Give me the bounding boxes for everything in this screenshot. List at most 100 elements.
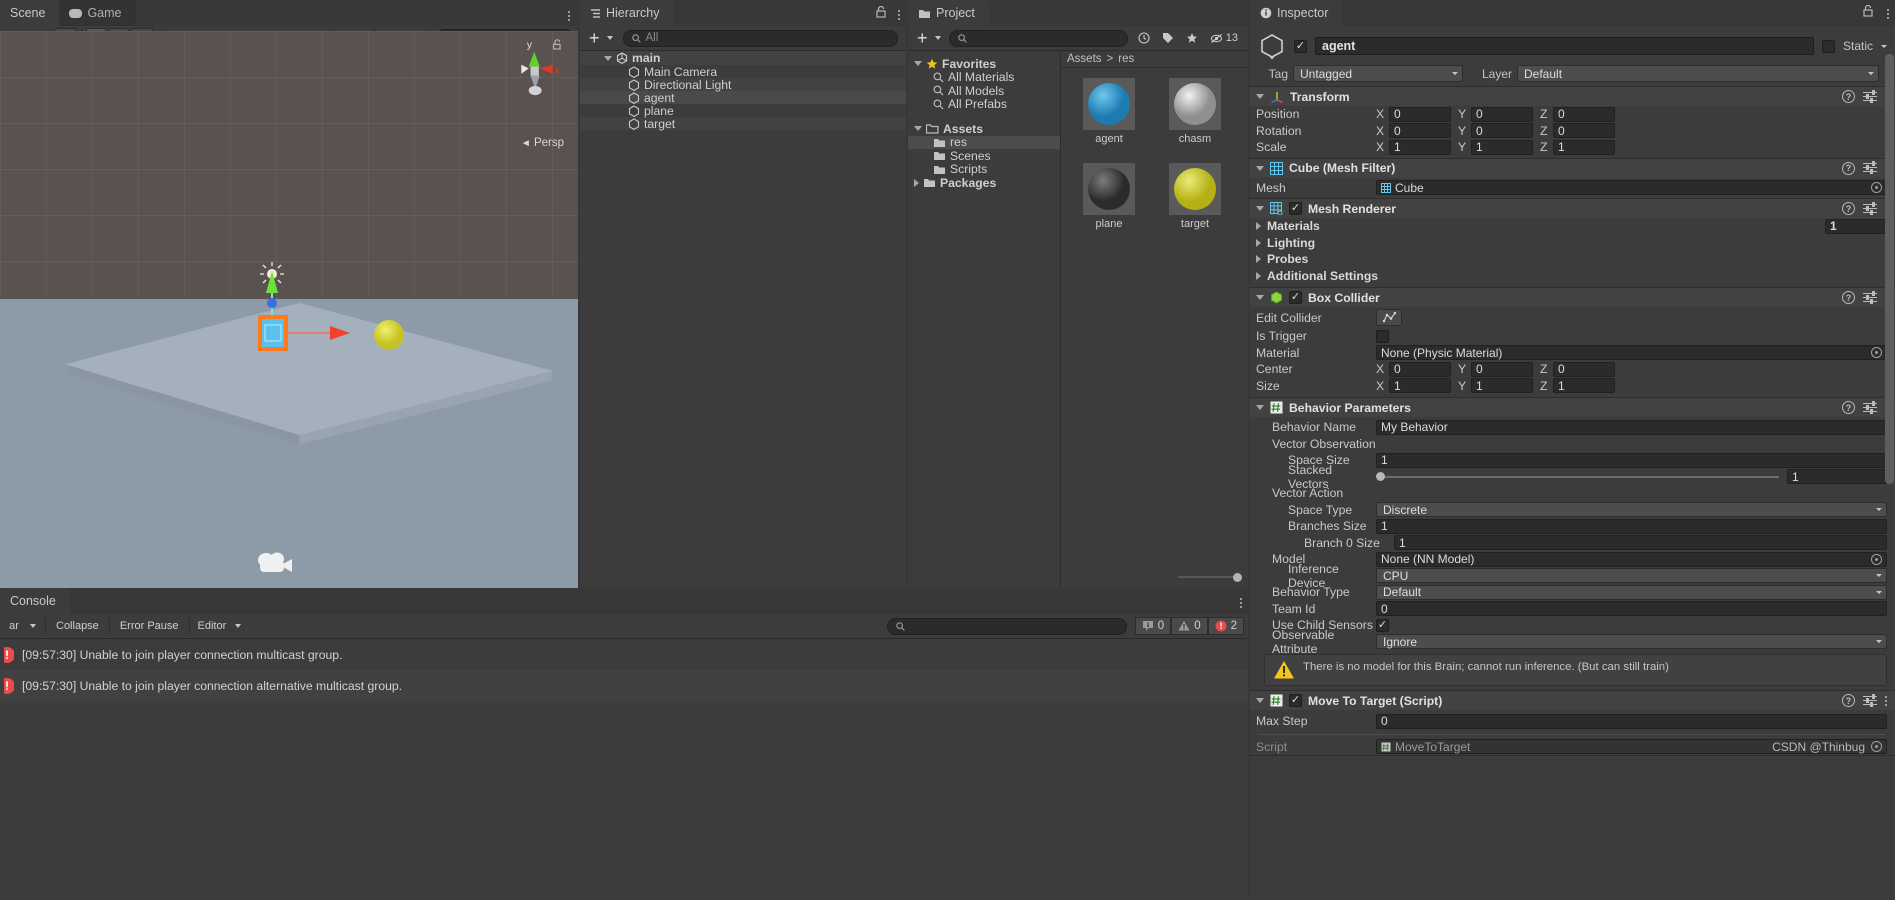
component-header[interactable]: Behavior Parameters ? (1250, 398, 1895, 417)
branch-0-size-input[interactable]: 1 (1394, 535, 1887, 551)
presets-icon[interactable] (1863, 693, 1877, 707)
rotation-z-input[interactable]: 0 (1553, 123, 1615, 139)
collapse-triangle-icon[interactable] (1256, 222, 1261, 231)
scale-z-input[interactable]: 1 (1553, 139, 1615, 155)
scale-y-input[interactable]: 1 (1471, 139, 1533, 155)
help-icon[interactable]: ? (1842, 401, 1855, 414)
hierarchy-item-main-camera[interactable]: Main Camera (580, 65, 906, 79)
help-icon[interactable]: ? (1842, 202, 1855, 215)
console-search-input[interactable] (886, 617, 1127, 635)
expand-triangle-icon[interactable] (1256, 165, 1264, 171)
asset-item-chasm[interactable]: chasm (1169, 78, 1221, 145)
object-picker-icon[interactable] (1871, 347, 1882, 359)
branches-size-input[interactable]: 1 (1376, 518, 1887, 534)
hierarchy-options-kebab[interactable] (898, 10, 900, 20)
collapse-triangle-icon[interactable] (1256, 255, 1261, 264)
expand-triangle-icon[interactable] (1256, 206, 1264, 211)
clear-chevron-down-icon[interactable] (30, 624, 36, 628)
static-checkbox[interactable]: ✓ (1821, 39, 1835, 53)
object-enabled-checkbox[interactable]: ✓ (1294, 39, 1307, 53)
hierarchy-add-button[interactable]: + (584, 28, 605, 48)
asset-item-target[interactable]: target (1169, 163, 1221, 230)
expand-triangle-icon[interactable] (604, 55, 612, 61)
console-options-kebab[interactable] (1240, 598, 1242, 608)
hierarchy-item-target[interactable]: target (580, 117, 906, 131)
tab-hierarchy[interactable]: Hierarchy (580, 0, 674, 26)
object-picker-icon[interactable] (1871, 182, 1882, 194)
component-header[interactable]: Transform ? (1250, 87, 1895, 106)
slider-knob[interactable] (1376, 472, 1385, 482)
hierarchy-lock-icon[interactable] (876, 5, 886, 21)
static-chevron-down-icon[interactable] (1881, 44, 1887, 48)
project-search-input[interactable] (948, 29, 1128, 47)
scene-options-kebab[interactable] (568, 11, 570, 21)
fold-additional-settings[interactable]: Additional Settings (1250, 268, 1895, 285)
expand-triangle-icon[interactable] (1256, 405, 1264, 410)
project-tree-all-models[interactable]: All Models (908, 84, 1060, 98)
size-y-input[interactable]: 1 (1471, 378, 1533, 394)
project-tree-res[interactable]: res (908, 135, 1060, 149)
project-tree-favorites[interactable]: Favorites (908, 57, 1060, 71)
scene-axis-gizmo[interactable]: y x (506, 37, 568, 109)
add-chevron-down-icon[interactable] (934, 36, 941, 40)
project-tree-packages[interactable]: Packages (908, 176, 1060, 190)
position-x-input[interactable]: 0 (1389, 106, 1451, 122)
team-id-input[interactable]: 0 (1376, 601, 1887, 617)
slider-knob[interactable] (1233, 572, 1242, 582)
help-icon[interactable]: ? (1842, 291, 1855, 304)
presets-icon[interactable] (1863, 290, 1877, 304)
scrollbar-thumb[interactable] (1885, 54, 1894, 484)
hierarchy-item-main[interactable]: main (580, 51, 906, 65)
is-trigger-checkbox[interactable]: ✓ (1376, 329, 1389, 343)
project-tree-all-prefabs[interactable]: All Prefabs (908, 97, 1060, 111)
component-header[interactable]: ✓ Mesh Renderer ? (1250, 199, 1895, 218)
tab-project[interactable]: Project (908, 0, 989, 26)
behavior-type-dropdown[interactable]: Default (1376, 584, 1887, 600)
console-error-count[interactable]: 2 (1207, 617, 1244, 635)
component-header[interactable]: ✓ Box Collider ? (1250, 288, 1895, 307)
expand-triangle-icon[interactable] (1256, 94, 1264, 99)
scene-viewport[interactable]: y x ◄ Persp (0, 31, 578, 588)
presets-icon[interactable] (1863, 400, 1877, 414)
size-z-input[interactable]: 1 (1553, 378, 1615, 394)
model-object-field[interactable]: None (NN Model) (1376, 551, 1887, 567)
collapse-triangle-icon[interactable] (1256, 271, 1261, 280)
hierarchy-search-input[interactable]: All (622, 29, 898, 47)
console-warning-count[interactable]: 0 (1171, 617, 1208, 635)
behavior-name-input[interactable]: My Behavior (1376, 419, 1887, 435)
hierarchy-item-plane[interactable]: plane (580, 104, 906, 118)
use-child-sensors-checkbox[interactable]: ✓ (1376, 618, 1389, 632)
inference-device-dropdown[interactable]: CPU (1376, 568, 1887, 584)
materials-count-input[interactable]: 1 (1825, 218, 1887, 234)
rotation-x-input[interactable]: 0 (1389, 123, 1451, 139)
physic-material-object-field[interactable]: None (Physic Material) (1376, 345, 1887, 361)
component-enabled-checkbox[interactable]: ✓ (1289, 202, 1302, 215)
breadcrumb-assets[interactable]: Assets (1067, 53, 1102, 65)
perspective-label[interactable]: ◄ Persp (521, 137, 564, 149)
console-editor-dropdown[interactable]: Editor (193, 617, 232, 635)
tag-dropdown[interactable]: Untagged (1293, 65, 1463, 82)
tab-game[interactable]: Game (59, 0, 136, 26)
target-sphere[interactable] (372, 318, 410, 356)
fold-probes[interactable]: Probes (1250, 251, 1895, 268)
editor-chevron-down-icon[interactable] (235, 624, 242, 628)
max-step-input[interactable]: 0 (1376, 713, 1887, 729)
help-icon[interactable]: ? (1842, 694, 1855, 707)
fold-materials[interactable]: Materials 1 (1250, 218, 1895, 235)
project-tree-all-materials[interactable]: All Materials (908, 70, 1060, 84)
rotation-y-input[interactable]: 0 (1471, 123, 1533, 139)
tab-inspector[interactable]: Inspector (1250, 0, 1343, 26)
layer-dropdown[interactable]: Default (1517, 65, 1879, 82)
stacked-vectors-input[interactable]: 1 (1787, 469, 1887, 485)
component-header[interactable]: ✓ Move To Target (Script) ? (1250, 691, 1895, 710)
project-tree-assets[interactable]: Assets (908, 122, 1060, 136)
center-x-input[interactable]: 0 (1389, 361, 1451, 377)
size-x-input[interactable]: 1 (1389, 378, 1451, 394)
presets-icon[interactable] (1863, 161, 1877, 174)
hierarchy-item-directional-light[interactable]: Directional Light (580, 78, 906, 92)
project-add-button[interactable]: + (912, 28, 933, 48)
console-error-pause-toggle[interactable]: Error Pause (113, 617, 186, 635)
asset-zoom-slider[interactable] (1178, 571, 1242, 583)
stacked-vectors-slider[interactable] (1376, 472, 1779, 482)
observable-attribute-dropdown[interactable]: Ignore (1376, 634, 1887, 650)
